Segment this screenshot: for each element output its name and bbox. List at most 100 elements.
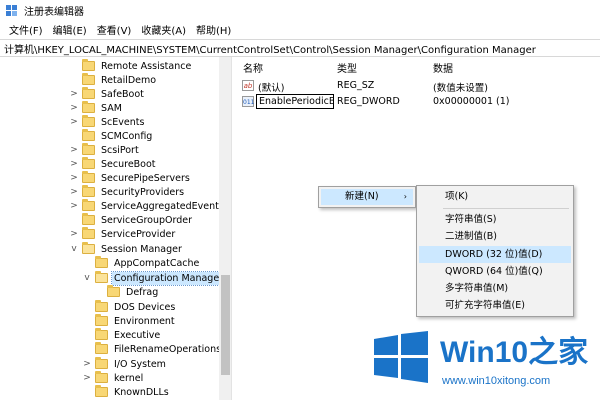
folder-icon: [95, 256, 108, 268]
tree-item[interactable]: SCMConfig: [82, 129, 154, 143]
submenu-multi-string-value[interactable]: 多字符串值(M): [419, 280, 571, 297]
rename-value-input[interactable]: EnablePeriodicB...: [256, 94, 334, 109]
tree-item[interactable]: > ServiceAggregatedEvents: [70, 199, 226, 213]
windows-logo-icon: [374, 331, 428, 383]
tree-item[interactable]: > SecureBoot: [70, 157, 158, 171]
folder-icon: [82, 157, 95, 169]
submenu-separator: [443, 208, 569, 209]
chevron-right-icon[interactable]: >: [83, 359, 91, 369]
value-data: 0x00000001 (1): [433, 96, 510, 107]
tree-item[interactable]: DOS Devices: [95, 300, 177, 314]
tree-item[interactable]: > SAM: [70, 101, 124, 115]
menu-favorites[interactable]: 收藏夹(A): [136, 22, 191, 37]
chevron-down-icon[interactable]: v: [83, 273, 91, 283]
watermark: Win10之家 www.win10xitong.com: [372, 323, 598, 399]
folder-icon: [82, 199, 95, 211]
chevron-right-icon[interactable]: >: [70, 187, 78, 197]
tree-item[interactable]: FileRenameOperations: [95, 342, 223, 356]
folder-icon: [95, 314, 108, 326]
folder-icon: [82, 129, 95, 141]
tree-item[interactable]: > I/O System: [83, 357, 168, 371]
submenu-qword-value[interactable]: QWORD (64 位)值(Q): [419, 263, 571, 280]
tree-item[interactable]: ServiceGroupOrder: [82, 213, 194, 227]
tree-item[interactable]: > kernel: [83, 371, 145, 385]
chevron-down-icon[interactable]: v: [70, 244, 78, 254]
key-tree: Remote Assistance RetailDemo > SafeBoot >…: [0, 57, 232, 400]
menu-edit[interactable]: 编辑(E): [48, 22, 92, 37]
new-submenu: 项(K) 字符串值(S) 二进制值(B) DWORD (32 位)值(D) QW…: [416, 185, 574, 317]
folder-icon: [95, 357, 108, 369]
tree-item[interactable]: > SecurityProviders: [70, 185, 186, 199]
folder-icon: [82, 73, 95, 85]
folder-icon: [95, 328, 108, 340]
context-menu-new-label: 新建(N): [345, 191, 379, 202]
chevron-right-icon[interactable]: >: [70, 89, 78, 99]
value-row-default[interactable]: ab (默认) REG_SZ (数值未设置): [233, 78, 600, 94]
folder-icon: [95, 300, 108, 312]
folder-icon: [95, 342, 108, 354]
tree-item-session-manager[interactable]: v Session Manager: [71, 242, 184, 256]
folder-icon: [82, 143, 95, 155]
folder-icon: [82, 171, 95, 183]
tree-scrollbar[interactable]: [219, 57, 231, 400]
watermark-title-suffix: 之家: [528, 336, 589, 369]
tree-item[interactable]: > ScsiPort: [70, 143, 141, 157]
watermark-title-prefix: Win10: [440, 336, 529, 369]
tree-item[interactable]: > ScEvents: [70, 115, 146, 129]
tree-item[interactable]: > SecurePipeServers: [70, 171, 192, 185]
folder-icon: [82, 115, 95, 127]
value-type: REG_SZ: [337, 80, 375, 91]
list-header: 名称 类型 数据: [233, 57, 600, 77]
chevron-right-icon[interactable]: >: [70, 229, 78, 239]
submenu-string-value[interactable]: 字符串值(S): [419, 211, 571, 228]
tree-item[interactable]: Defrag: [107, 285, 160, 299]
value-type: REG_DWORD: [337, 96, 400, 107]
column-header-type[interactable]: 类型: [337, 60, 357, 75]
menu-bar: 文件(F) 编辑(E) 查看(V) 收藏夹(A) 帮助(H): [0, 21, 600, 38]
value-data: (数值未设置): [433, 83, 488, 94]
tree-item[interactable]: RetailDemo: [82, 73, 158, 87]
submenu-binary-value[interactable]: 二进制值(B): [419, 228, 571, 245]
submenu-key[interactable]: 项(K): [419, 188, 571, 205]
menu-file[interactable]: 文件(F): [4, 22, 48, 37]
folder-open-icon: [95, 271, 108, 283]
tree-item[interactable]: Executive: [95, 328, 162, 342]
value-name: (默认): [258, 83, 285, 94]
title-bar: 注册表编辑器: [0, 0, 600, 21]
chevron-right-icon[interactable]: >: [70, 159, 78, 169]
folder-icon: [95, 371, 108, 383]
chevron-right-icon[interactable]: >: [70, 145, 78, 155]
submenu-dword-value[interactable]: DWORD (32 位)值(D): [419, 246, 571, 263]
tree-item-configuration-manager[interactable]: v Configuration Manager: [84, 270, 227, 286]
column-header-data[interactable]: 数据: [433, 60, 453, 75]
watermark-title: Win10之家: [440, 327, 588, 371]
chevron-right-icon[interactable]: >: [70, 201, 78, 211]
tree-item[interactable]: Environment: [95, 314, 177, 328]
tree-item[interactable]: AppCompatCache: [95, 256, 201, 270]
chevron-right-icon[interactable]: >: [83, 373, 91, 383]
folder-icon: [107, 285, 120, 297]
address-bar[interactable]: 计算机\HKEY_LOCAL_MACHINE\SYSTEM\CurrentCon…: [0, 39, 600, 57]
folder-open-icon: [82, 242, 95, 254]
tree-item[interactable]: > ServiceProvider: [70, 227, 177, 241]
context-menu-new[interactable]: 新建(N) ›: [321, 189, 413, 205]
menu-view[interactable]: 查看(V): [92, 22, 137, 37]
menu-help[interactable]: 帮助(H): [191, 22, 236, 37]
tree-item[interactable]: > SafeBoot: [70, 87, 146, 101]
submenu-expandable-string-value[interactable]: 可扩充字符串值(E): [419, 297, 571, 314]
tree-item[interactable]: Remote Assistance: [82, 59, 193, 73]
chevron-right-icon[interactable]: >: [70, 173, 78, 183]
column-header-name[interactable]: 名称: [243, 60, 263, 75]
chevron-right-icon[interactable]: >: [70, 103, 78, 113]
binary-value-icon: 011: [242, 96, 254, 107]
folder-icon: [82, 87, 95, 99]
folder-icon: [82, 185, 95, 197]
chevron-right-icon[interactable]: >: [70, 117, 78, 127]
tree-item[interactable]: KnownDLLs: [95, 385, 171, 399]
watermark-url: www.win10xitong.com: [442, 375, 551, 387]
registry-editor-icon: [6, 4, 19, 17]
folder-icon: [82, 101, 95, 113]
value-row-enableperiodic[interactable]: 011 EnablePeriodicB... REG_DWORD 0x00000…: [233, 94, 600, 110]
folder-icon: [82, 227, 95, 239]
tree-scrollbar-thumb[interactable]: [221, 275, 230, 375]
